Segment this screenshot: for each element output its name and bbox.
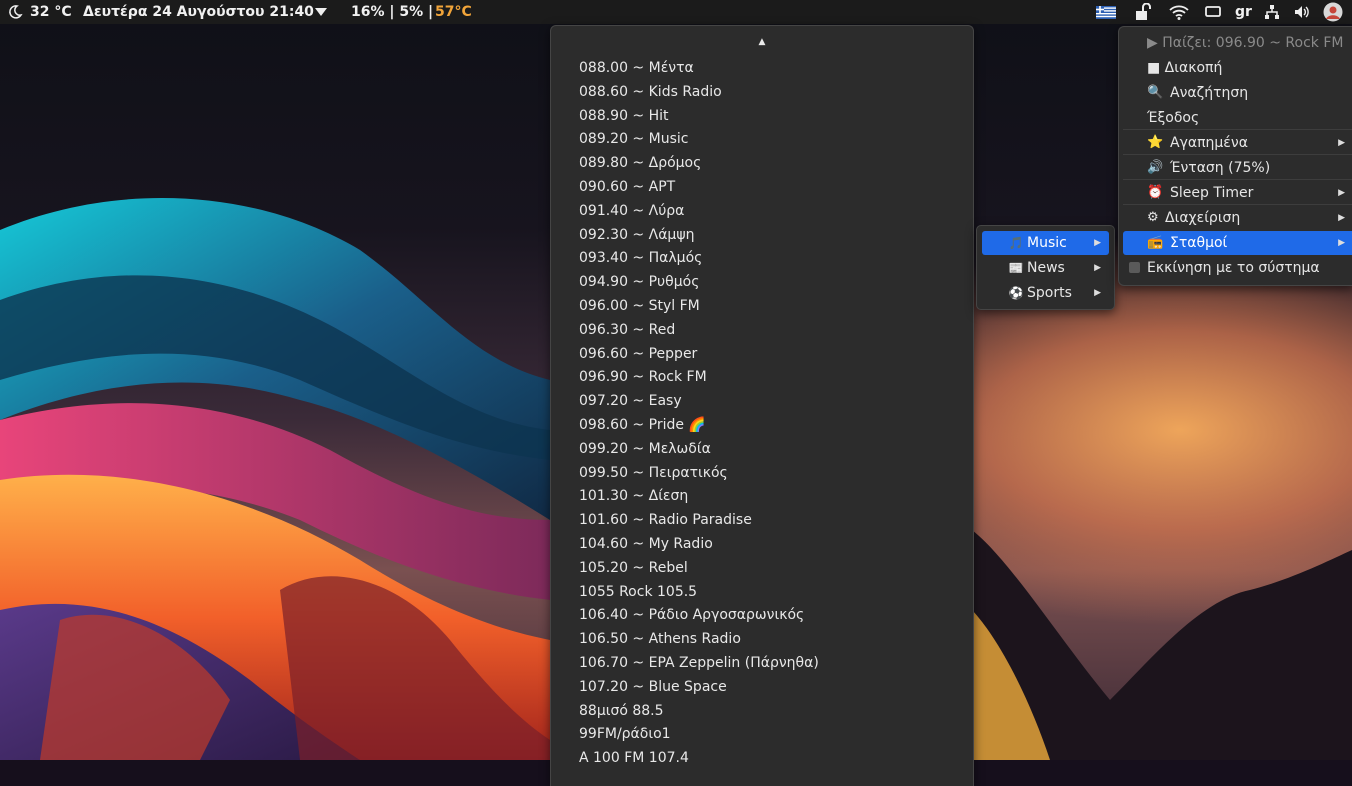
- volume-item[interactable]: 🔊 Ένταση (75%): [1123, 156, 1352, 180]
- station-item[interactable]: 091.40 ~ Λύρα: [579, 200, 684, 222]
- sleep-timer-item[interactable]: ⏰ Sleep Timer ▶: [1123, 181, 1352, 205]
- station-item[interactable]: 105.20 ~ Rebel: [579, 557, 688, 579]
- keyboard-layout-indicator[interactable]: gr: [1235, 3, 1252, 21]
- weather-temperature[interactable]: 32 °C: [30, 3, 72, 21]
- stop-label: ■ Διακοπή: [1147, 60, 1223, 76]
- menu-separator: [1123, 129, 1352, 130]
- soccer-ball-icon: ⚽: [1008, 286, 1024, 300]
- sleep-timer-label: Sleep Timer: [1170, 185, 1254, 201]
- now-playing-label: ▶ Παίζει: 096.90 ~ Rock FM: [1147, 35, 1344, 51]
- category-music[interactable]: 🎵 Music ▶: [982, 231, 1109, 255]
- submenu-arrow-icon: ▶: [1094, 238, 1101, 248]
- search-item[interactable]: 🔍 Αναζήτηση: [1123, 81, 1352, 105]
- category-sports[interactable]: ⚽ Sports ▶: [982, 281, 1109, 305]
- station-item[interactable]: 106.40 ~ Ράδιο Αργοσαρωνικός: [579, 604, 804, 626]
- manage-label: Διαχείριση: [1165, 210, 1241, 226]
- user-avatar-icon[interactable]: [1322, 2, 1344, 22]
- submenu-arrow-icon: ▶: [1338, 238, 1345, 248]
- menu-separator: [1123, 179, 1352, 180]
- stations-label: Σταθμοί: [1170, 235, 1228, 251]
- submenu-arrow-icon: ▶: [1094, 288, 1101, 298]
- autostart-item[interactable]: Εκκίνηση με το σύστημα: [1123, 256, 1352, 280]
- music-note-icon: 🎵: [1008, 236, 1024, 250]
- menu-separator: [1123, 204, 1352, 205]
- greek-flag-icon[interactable]: [1095, 2, 1117, 22]
- speaker-icon: 🔊: [1147, 160, 1164, 175]
- category-news[interactable]: 📰 News ▶: [982, 256, 1109, 280]
- station-item[interactable]: 104.60 ~ My Radio: [579, 533, 713, 555]
- autostart-label: Εκκίνηση με το σύστημα: [1147, 260, 1320, 276]
- station-item[interactable]: 096.60 ~ Pepper: [579, 343, 697, 365]
- station-item[interactable]: 99FM/ράδιο1: [579, 723, 671, 745]
- display-icon[interactable]: [1204, 2, 1222, 22]
- station-item[interactable]: 098.60 ~ Pride 🌈: [579, 414, 706, 436]
- night-weather-icon[interactable]: [6, 2, 24, 22]
- station-item[interactable]: 089.20 ~ Music: [579, 128, 688, 150]
- station-item[interactable]: 106.70 ~ EPA Zeppelin (Πάρνηθα): [579, 652, 819, 674]
- category-label: Sports: [1027, 285, 1072, 301]
- menu-separator: [1123, 154, 1352, 155]
- station-item[interactable]: 107.20 ~ Blue Space: [579, 676, 727, 698]
- cpu-temperature[interactable]: 57°C: [435, 3, 472, 21]
- station-item[interactable]: 096.90 ~ Rock FM: [579, 366, 707, 388]
- now-playing-item: ▶ Παίζει: 096.90 ~ Rock FM: [1123, 31, 1352, 55]
- submenu-arrow-icon: ▶: [1338, 138, 1345, 148]
- search-icon: 🔍: [1147, 85, 1164, 100]
- station-item[interactable]: 092.30 ~ Λάμψη: [579, 224, 694, 246]
- station-item[interactable]: 088.60 ~ Kids Radio: [579, 81, 722, 103]
- station-item[interactable]: 1055 Rock 105.5: [579, 581, 697, 603]
- station-item[interactable]: 097.20 ~ Easy: [579, 390, 682, 412]
- stop-item[interactable]: ■ Διακοπή: [1123, 56, 1352, 80]
- station-item[interactable]: 094.90 ~ Ρυθμός: [579, 271, 699, 293]
- unlock-icon[interactable]: [1133, 2, 1153, 22]
- station-item[interactable]: 093.40 ~ Παλμός: [579, 247, 702, 269]
- favorites-item[interactable]: ⭐ Αγαπημένα ▶: [1123, 131, 1352, 155]
- volume-label: Ένταση (75%): [1170, 160, 1271, 176]
- station-item[interactable]: 101.30 ~ Δίεση: [579, 485, 688, 507]
- category-label: News: [1027, 260, 1065, 276]
- station-item[interactable]: 089.80 ~ Δρόμος: [579, 152, 701, 174]
- station-item[interactable]: 101.60 ~ Radio Paradise: [579, 509, 752, 531]
- cpu-usage[interactable]: 16% | 5% |: [351, 3, 433, 21]
- station-item[interactable]: 099.20 ~ Μελωδία: [579, 438, 711, 460]
- station-item[interactable]: 106.50 ~ Athens Radio: [579, 628, 741, 650]
- manage-item[interactable]: ⚙ Διαχείριση ▶: [1123, 206, 1352, 230]
- star-icon: ⭐: [1147, 135, 1164, 150]
- search-label: Αναζήτηση: [1170, 85, 1249, 101]
- newspaper-icon: 📰: [1008, 261, 1024, 275]
- stations-item[interactable]: 📻 Σταθμοί ▶: [1123, 231, 1352, 255]
- category-label: Music: [1027, 235, 1067, 251]
- station-item[interactable]: 096.30 ~ Red: [579, 319, 675, 341]
- exit-item[interactable]: Έξοδος: [1123, 106, 1352, 130]
- radio-tray-menu: ▶ Παίζει: 096.90 ~ Rock FM ■ Διακοπή 🔍 Α…: [1118, 26, 1352, 286]
- station-item[interactable]: 088.90 ~ Hit: [579, 105, 669, 127]
- station-item[interactable]: 090.60 ~ ΑΡΤ: [579, 176, 675, 198]
- dropdown-triangle-icon[interactable]: [313, 2, 329, 22]
- submenu-arrow-icon: ▶: [1338, 188, 1345, 198]
- clock-datetime[interactable]: Δευτέρα 24 Αυγούστου 21:40: [83, 3, 314, 21]
- stations-list-menu: ▲ 088.00 ~ Μέντα 088.60 ~ Kids Radio 088.9…: [550, 25, 974, 786]
- autostart-checkbox[interactable]: [1129, 262, 1140, 273]
- station-item[interactable]: 88μισό 88.5: [579, 700, 664, 722]
- submenu-arrow-icon: ▶: [1094, 263, 1101, 273]
- network-wired-icon[interactable]: [1263, 2, 1281, 22]
- station-item[interactable]: 088.00 ~ Μέντα: [579, 57, 694, 79]
- radio-icon: 📻: [1147, 235, 1164, 250]
- top-panel: 32 °C Δευτέρα 24 Αυγούστου 21:40 16% | 5…: [0, 0, 1352, 24]
- station-item[interactable]: A 100 FM 107.4: [579, 747, 689, 769]
- favorites-label: Αγαπημένα: [1170, 135, 1248, 151]
- station-item[interactable]: 099.50 ~ Πειρατικός: [579, 462, 728, 484]
- wifi-icon[interactable]: [1168, 2, 1190, 22]
- exit-label: Έξοδος: [1147, 110, 1200, 126]
- scroll-up-arrow-icon[interactable]: ▲: [551, 34, 973, 50]
- submenu-arrow-icon: ▶: [1338, 213, 1345, 223]
- categories-submenu: 🎵 Music ▶ 📰 News ▶ ⚽ Sports ▶: [976, 225, 1115, 310]
- volume-icon[interactable]: [1293, 2, 1311, 22]
- station-item[interactable]: 096.00 ~ Styl FM: [579, 295, 700, 317]
- alarm-clock-icon: ⏰: [1147, 185, 1164, 200]
